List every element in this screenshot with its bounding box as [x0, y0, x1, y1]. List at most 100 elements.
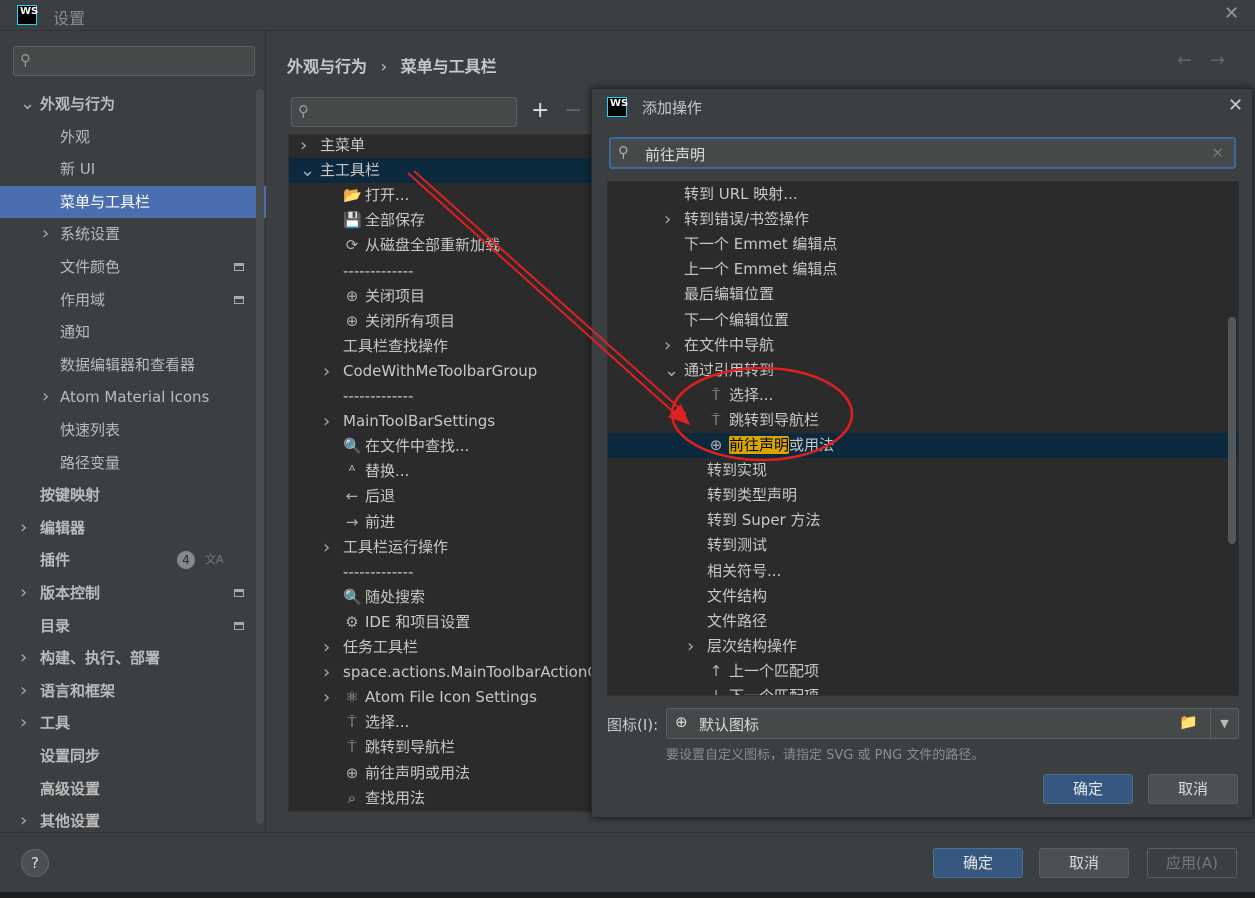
sidebar-item[interactable]: 设置同步 [0, 740, 266, 772]
cancel-button[interactable]: 取消 [1039, 848, 1129, 878]
sidebar-item[interactable]: 外观 [0, 121, 266, 153]
tree-row[interactable]: ------------- [289, 560, 592, 585]
tree-row[interactable]: → 前进 [289, 510, 592, 535]
chevron-right-icon[interactable]: › [20, 642, 27, 674]
sidebar-item[interactable]: 新 UI [0, 153, 266, 185]
remove-icon[interactable]: − [564, 98, 582, 123]
sidebar-item[interactable]: 按键映射 [0, 479, 266, 511]
action-search-input[interactable]: ⚲ 前往声明 ✕ [609, 137, 1236, 169]
tree-row[interactable]: 转到类型声明 [608, 483, 1008, 508]
sidebar-item[interactable]: 菜单与工具栏 [0, 185, 266, 218]
ok-button[interactable]: 确定 [933, 848, 1023, 878]
tree-row[interactable]: 转到实现 [608, 458, 1008, 483]
sidebar-item[interactable]: › 系统设置 [0, 218, 266, 250]
translate-icon[interactable]: 文A [205, 544, 224, 576]
breadcrumb-parent[interactable]: 外观与行为 [287, 57, 367, 76]
tree-row[interactable]: ------------- [289, 259, 592, 284]
sidebar-item[interactable]: › 编辑器 [0, 512, 266, 544]
tree-search-input[interactable]: ⚲ [291, 97, 517, 127]
tree-row[interactable]: ⟳ 从磁盘全部重新加载 [289, 233, 592, 258]
chevron-right-icon[interactable]: › [323, 685, 330, 710]
dialog-cancel-button[interactable]: 取消 [1148, 774, 1238, 804]
tree-row[interactable]: ⍑ 选择... [608, 383, 1008, 408]
chevron-right-icon[interactable]: › [323, 635, 330, 660]
tree-row[interactable]: ↑ 上一个匹配项 [608, 659, 1008, 684]
chevron-right-icon[interactable]: › [300, 135, 307, 158]
apply-button[interactable]: 应用(A) [1147, 848, 1237, 878]
tree-row[interactable]: 下一个 Emmet 编辑点 [608, 232, 1008, 257]
forward-arrow-icon[interactable]: → [1210, 50, 1225, 71]
sidebar-scrollbar[interactable] [256, 89, 264, 824]
tree-row[interactable]: › 主菜单 [289, 135, 592, 158]
chevron-right-icon[interactable]: › [42, 381, 49, 413]
chevron-down-icon[interactable]: ⌄ [664, 358, 679, 383]
tree-row[interactable]: › 工具栏运行操作 [289, 535, 592, 560]
clear-search-icon[interactable]: ✕ [1211, 144, 1224, 162]
tree-row[interactable]: ⌕ 查找用法 [289, 786, 592, 811]
tree-row[interactable]: › ⚛ Atom File Icon Settings [289, 685, 592, 710]
chevron-down-icon[interactable]: ⌄ [20, 88, 35, 120]
tree-row[interactable]: 📂 打开... [289, 183, 592, 208]
tree-row[interactable]: ⌄ 通过引用转到 [608, 358, 1008, 383]
sidebar-item[interactable]: › 构建、执行、部署 [0, 642, 266, 674]
chevron-right-icon[interactable]: › [323, 359, 330, 384]
tree-row[interactable]: › space.actions.MainToolbarActionGroup [289, 660, 592, 685]
tree-row[interactable]: › 任务工具栏 [289, 635, 592, 660]
tree-row[interactable]: › 转到错误/书签操作 [608, 207, 1008, 232]
tree-row[interactable]: 上一个 Emmet 编辑点 [608, 257, 1008, 282]
chevron-right-icon[interactable]: › [687, 634, 694, 659]
sidebar-item[interactable]: 数据编辑器和查看器 [0, 349, 266, 381]
tree-row[interactable]: ⊕ 前往声明或用法 [608, 433, 1238, 458]
sidebar-item[interactable]: 作用域 [0, 284, 266, 316]
tree-row[interactable]: 文件结构 [608, 584, 1008, 609]
tree-row[interactable]: ⍑ 跳转到导航栏 [289, 735, 592, 760]
tree-row[interactable]: ⊕ 前往声明或用法 [289, 761, 592, 786]
sidebar-item[interactable]: › Atom Material Icons [0, 381, 266, 413]
tree-row[interactable]: 🔍 在文件中查找... [289, 434, 592, 459]
tree-row[interactable]: 🔍 随处搜索 [289, 585, 592, 610]
dropdown-arrow-icon[interactable]: ▼ [1210, 709, 1238, 738]
tree-row[interactable]: 下一个编辑位置 [608, 308, 1008, 333]
tree-row[interactable]: ⍑ 跳转到导航栏 [608, 408, 1008, 433]
chevron-right-icon[interactable]: › [664, 207, 671, 232]
chevron-down-icon[interactable]: ⌄ [300, 158, 315, 183]
sidebar-item[interactable]: ⌄ 外观与行为 [0, 88, 266, 120]
tree-row[interactable]: › MainToolBarSettings [289, 409, 592, 434]
sidebar-item[interactable]: 文件颜色 [0, 251, 266, 283]
tree-row[interactable]: ᴬ 替换... [289, 459, 592, 484]
sidebar-item[interactable]: › 语言和框架 [0, 675, 266, 707]
chevron-right-icon[interactable]: › [20, 577, 27, 609]
tree-row[interactable]: 文件路径 [608, 609, 1008, 634]
sidebar-item[interactable]: 路径变量 [0, 447, 266, 479]
tree-row[interactable]: ⊕ 关闭项目 [289, 284, 592, 309]
action-list-scrollbar[interactable] [1228, 317, 1236, 544]
tree-row[interactable]: 相关符号... [608, 559, 1008, 584]
sidebar-item[interactable]: › 版本控制 [0, 577, 266, 609]
help-button[interactable]: ? [21, 849, 49, 877]
chevron-right-icon[interactable]: › [664, 333, 671, 358]
tree-row[interactable]: › 层次结构操作 [608, 634, 1008, 659]
tree-row[interactable]: ⚙ IDE 和项目设置 [289, 610, 592, 635]
chevron-right-icon[interactable]: › [20, 512, 27, 544]
dialog-ok-button[interactable]: 确定 [1043, 774, 1133, 804]
sidebar-item[interactable]: 快速列表 [0, 414, 266, 446]
tree-row[interactable]: › CodeWithMeToolbarGroup [289, 359, 592, 384]
tree-row[interactable]: ⍑ 选择... [289, 710, 592, 735]
sidebar-item[interactable]: 目录 [0, 610, 266, 642]
tree-row[interactable]: 转到 Super 方法 [608, 508, 1008, 533]
tree-row[interactable]: 转到 URL 映射... [608, 182, 1008, 207]
chevron-right-icon[interactable]: › [323, 660, 330, 685]
tree-row[interactable]: › 在文件中导航 [608, 333, 1008, 358]
tree-row[interactable]: ⌄ 主工具栏 [289, 158, 592, 184]
tree-row[interactable]: ------------- [289, 384, 592, 409]
back-arrow-icon[interactable]: ← [1177, 50, 1192, 71]
chevron-right-icon[interactable]: › [323, 409, 330, 434]
tree-row[interactable]: ⊕ 关闭所有项目 [289, 309, 592, 334]
sidebar-item[interactable]: › 工具 [0, 707, 266, 739]
tree-row[interactable]: 转到测试 [608, 533, 1008, 558]
chevron-right-icon[interactable]: › [323, 535, 330, 560]
folder-icon[interactable]: 📁 [1179, 713, 1198, 731]
sidebar-search-input[interactable]: ⚲ [13, 46, 255, 76]
chevron-right-icon[interactable]: › [42, 218, 49, 250]
tree-row[interactable]: ↓ 下一个匹配项 [608, 684, 1008, 695]
